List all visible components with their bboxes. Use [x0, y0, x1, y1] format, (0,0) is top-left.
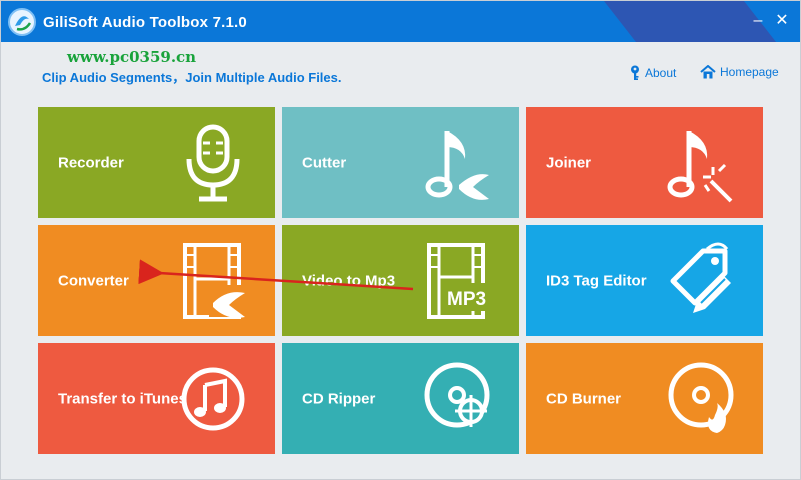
tile-joiner[interactable]: Joiner: [526, 107, 763, 218]
title-bar[interactable]: GiliSoft Audio Toolbox 7.1.0 – ✕: [1, 1, 800, 42]
tile-label: Recorder: [58, 154, 124, 171]
tile-label: Cutter: [302, 154, 347, 171]
about-link[interactable]: About: [629, 65, 676, 81]
homepage-label: Homepage: [720, 65, 779, 79]
film-mp3-icon: MP3: [423, 241, 491, 321]
tile-transfer-to-itunes[interactable]: Transfer to iTunes: [38, 343, 275, 454]
tile-converter[interactable]: Converter: [38, 225, 275, 336]
homepage-link[interactable]: Homepage: [700, 65, 779, 79]
app-window: GiliSoft Audio Toolbox 7.1.0 – ✕ www.pc0…: [0, 0, 801, 480]
tile-cutter[interactable]: Cutter: [282, 107, 519, 218]
tile-label: Converter: [58, 272, 129, 289]
tile-label: ID3 Tag Editor: [546, 272, 647, 289]
minimize-button[interactable]: –: [748, 11, 768, 31]
tile-id3-tag-editor[interactable]: ID3 Tag Editor: [526, 225, 763, 336]
tile-video-to-mp3[interactable]: Video to Mp3 MP3: [282, 225, 519, 336]
tile-cd-ripper[interactable]: CD Ripper: [282, 343, 519, 454]
app-logo-icon: [8, 8, 36, 36]
tile-label: Joiner: [546, 154, 592, 171]
watermark-text: www.pc0359.cn: [67, 48, 197, 66]
film-convert-icon: [179, 241, 247, 321]
itunes-icon: [179, 359, 247, 439]
close-button[interactable]: ✕: [772, 11, 792, 31]
window-title: GiliSoft Audio Toolbox 7.1.0: [43, 14, 247, 31]
tile-label: CD Burner: [546, 390, 622, 407]
tile-label: Video to Mp3: [302, 272, 396, 289]
home-icon: [700, 65, 716, 79]
key-icon: [631, 65, 639, 80]
tile-recorder[interactable]: Recorder: [38, 107, 275, 218]
music-note-join-icon: [667, 123, 735, 203]
tile-label: Transfer to iTunes: [58, 390, 187, 407]
app-subtitle: Clip Audio Segments，Join Multiple Audio …: [42, 70, 342, 85]
cd-rip-icon: [423, 359, 491, 439]
mp3-icon-text: MP3: [447, 289, 486, 310]
cd-burn-icon: [667, 359, 735, 439]
microphone-icon: [179, 123, 247, 203]
about-label: About: [645, 66, 677, 80]
tag-edit-icon: [667, 241, 735, 321]
tile-label: CD Ripper: [302, 390, 376, 407]
music-note-cut-icon: [423, 123, 491, 203]
tile-cd-burner[interactable]: CD Burner: [526, 343, 763, 454]
